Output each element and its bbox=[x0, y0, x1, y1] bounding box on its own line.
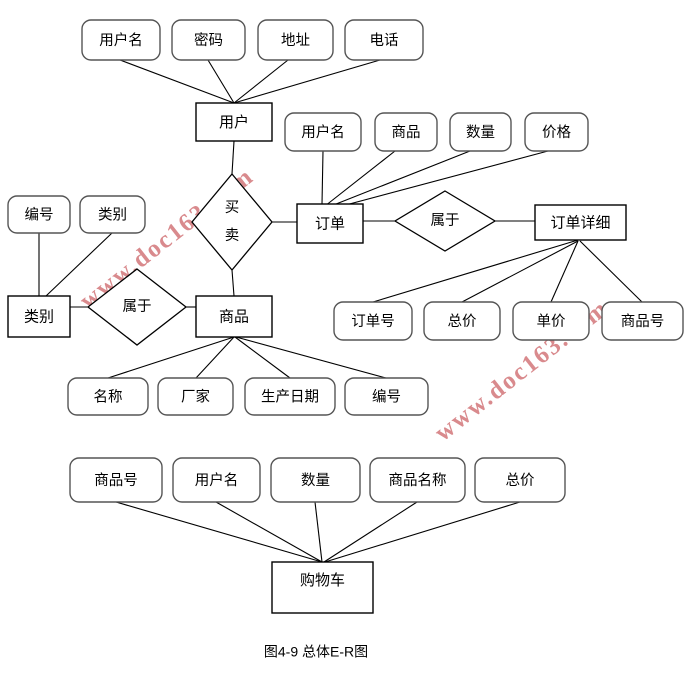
connector-line bbox=[119, 59, 235, 104]
attribute-label-order-price: 价格 bbox=[542, 124, 571, 141]
relationship-diamond-buy-sell bbox=[191, 172, 273, 272]
figure-caption: 图4-9 总体E-R图 bbox=[264, 644, 368, 660]
connector-line bbox=[579, 240, 643, 303]
connector-line bbox=[321, 150, 324, 205]
attribute-label-cart-user: 用户名 bbox=[195, 472, 239, 489]
attribute-label-user-phone: 电话 bbox=[370, 32, 399, 49]
attribute-label-order-user: 用户名 bbox=[301, 124, 345, 141]
connector-line bbox=[233, 59, 289, 104]
connector-line bbox=[324, 501, 521, 563]
entity-label-category: 类别 bbox=[24, 308, 54, 325]
caption-layer: 图4-9 总体E-R图 bbox=[264, 644, 368, 660]
attribute-label-cat-kind: 类别 bbox=[98, 206, 127, 223]
connector-line bbox=[231, 269, 235, 297]
entity-label-orderdetail: 订单详细 bbox=[550, 214, 610, 231]
relationship-label-order-belong: 属于 bbox=[431, 213, 460, 229]
attribute-label-order-qty: 数量 bbox=[466, 124, 495, 141]
attribute-label-cat-id: 编号 bbox=[25, 206, 54, 223]
connector-line bbox=[207, 59, 235, 104]
attribute-label-cart-prodno: 商品号 bbox=[94, 472, 138, 489]
attribute-label-order-prod: 商品 bbox=[392, 124, 421, 141]
entity-label-order: 订单 bbox=[315, 215, 345, 232]
connector-line bbox=[233, 59, 381, 104]
attribute-label-cart-pname: 商品名称 bbox=[389, 472, 447, 489]
attribute-label-prod-name: 名称 bbox=[94, 388, 123, 405]
attribute-label-prod-date: 生产日期 bbox=[261, 388, 319, 405]
connector-line bbox=[215, 501, 323, 563]
connector-line bbox=[372, 239, 579, 303]
attribute-label-cart-qty: 数量 bbox=[301, 472, 330, 489]
connector-line bbox=[115, 501, 323, 563]
entity-label-user: 用户 bbox=[219, 114, 249, 131]
attribute-label-od-unit: 单价 bbox=[537, 313, 566, 330]
er-diagram-svg: www.doc163.comwww.doc163.com 买卖属于属于 用户名密… bbox=[7, 19, 684, 660]
connector-line bbox=[324, 150, 396, 207]
attribute-layer: 用户名 密码 地址 电话用户名 商品 数量 价格编号 类别订单号 总价 单价 商品号名称 厂家 生产日期… bbox=[7, 19, 684, 503]
attribute-label-prod-maker: 厂家 bbox=[181, 388, 210, 405]
relationship-label-buy-sell: 买 bbox=[225, 199, 240, 216]
entity-label-cart: 购物车 bbox=[300, 572, 345, 589]
relationship-label-category-belong: 属于 bbox=[123, 299, 152, 315]
connector-line bbox=[323, 501, 418, 563]
attribute-label-od-orderno: 订单号 bbox=[351, 313, 395, 330]
entity-label-product: 商品 bbox=[219, 308, 249, 325]
attribute-label-od-prodno: 商品号 bbox=[621, 313, 665, 330]
attribute-label-cart-total: 总价 bbox=[506, 472, 535, 489]
attribute-label-user-pass: 密码 bbox=[194, 32, 223, 49]
attribute-label-prod-id: 编号 bbox=[372, 388, 401, 405]
connector-line bbox=[235, 336, 387, 379]
attribute-label-od-total: 总价 bbox=[448, 313, 477, 330]
connector-line bbox=[314, 501, 323, 563]
attribute-label-user-addr: 地址 bbox=[281, 32, 310, 49]
relationship-label-buy-sell: 卖 bbox=[225, 227, 240, 244]
connector-line bbox=[234, 336, 291, 379]
connector-line bbox=[550, 240, 579, 303]
er-diagram-canvas: www.doc163.com www.doc163.com 买卖属于 属于 用户名密… bbox=[0, 0, 691, 690]
attribute-label-user-name: 用户名 bbox=[99, 32, 143, 49]
connector-line bbox=[461, 240, 579, 303]
